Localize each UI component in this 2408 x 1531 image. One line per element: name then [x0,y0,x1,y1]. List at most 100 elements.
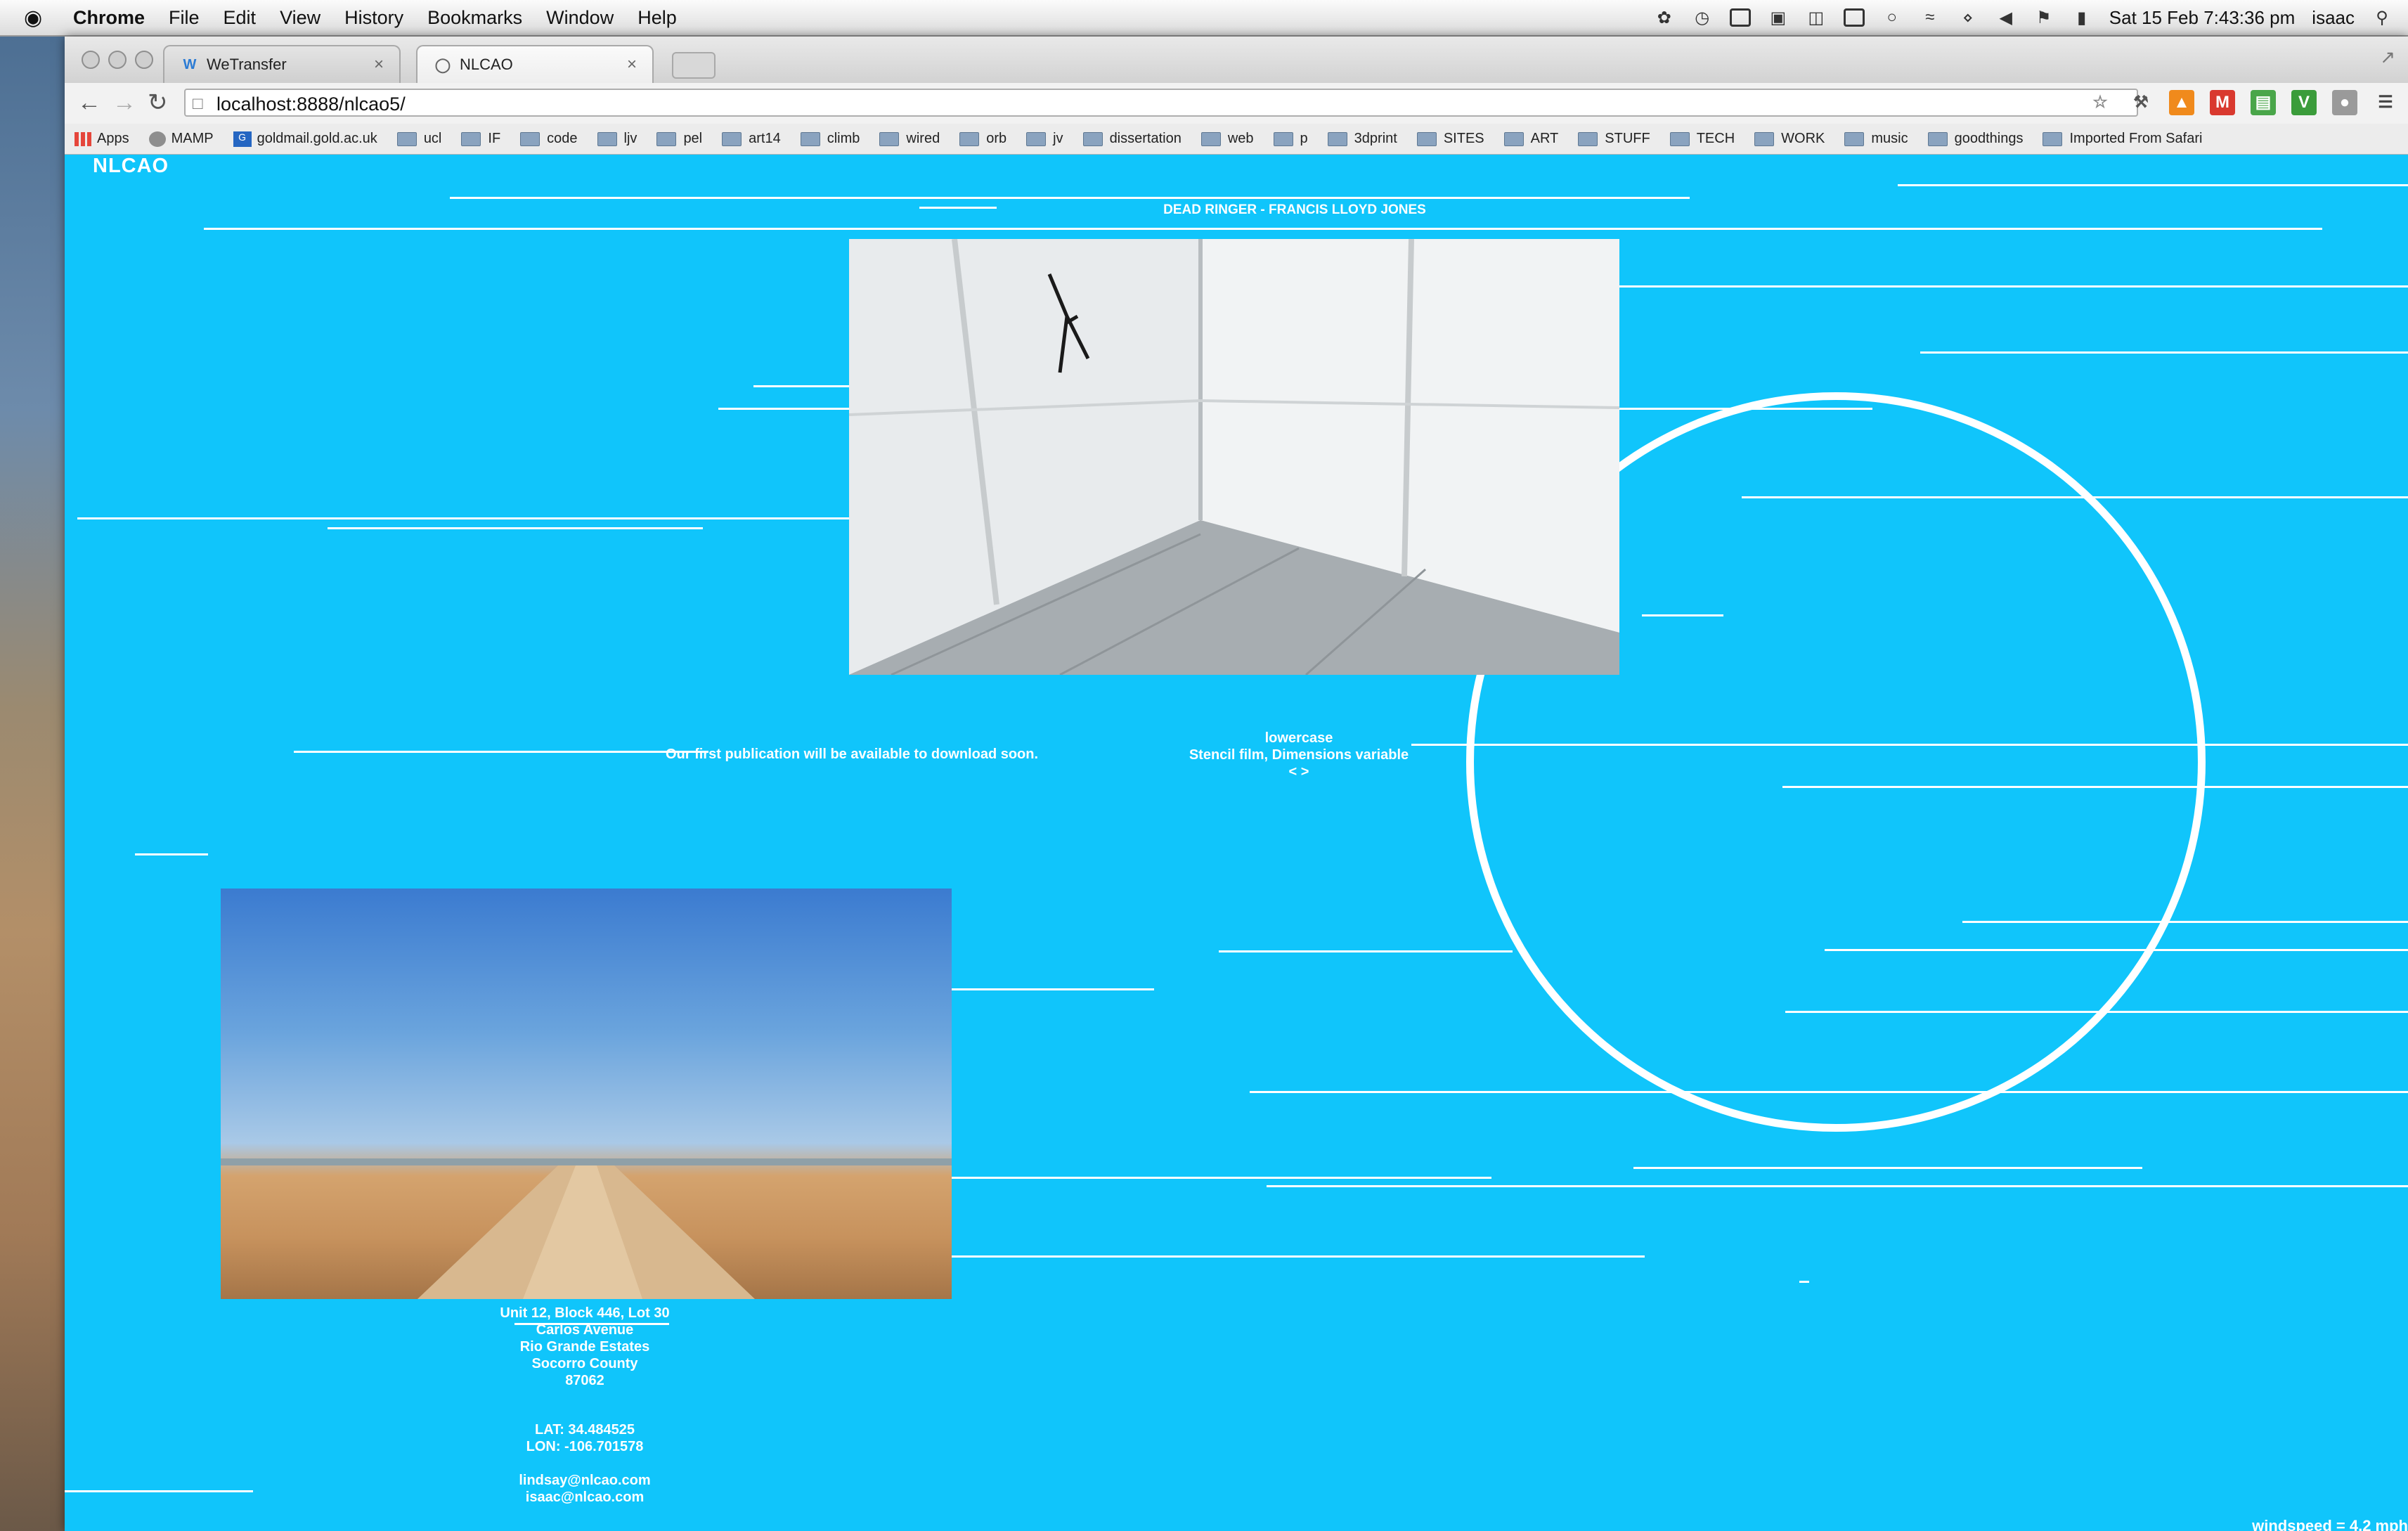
bookmarks-bar: Apps MAMP Ggoldmail.gold.ac.uk ucl IF co… [65,124,2408,155]
menu-bookmarks[interactable]: Bookmarks [427,7,522,29]
timer-icon[interactable]: ◷ [1692,7,1713,28]
wifi-icon[interactable]: ≈ [1920,7,1941,28]
bookmark-folder[interactable]: dissertation [1082,131,1182,147]
flame-icon[interactable]: ▲ [2169,90,2194,115]
close-icon[interactable]: × [374,55,384,75]
dropbox-icon[interactable]: ◫ [1806,7,1827,28]
folder-icon [1754,131,1775,146]
bookmark-folder[interactable]: SITES [1416,131,1484,147]
decorative-line [753,385,849,387]
menu-view[interactable]: View [280,7,321,29]
bookmark-goldmail[interactable]: Ggoldmail.gold.ac.uk [233,131,377,147]
decorative-line [1799,1281,1809,1283]
email-link[interactable]: lindsay@nlcao.com [416,1472,753,1489]
bookmark-folder[interactable]: code [520,131,578,147]
menu-file[interactable]: File [169,7,200,29]
site-logo[interactable]: NLCAO [93,155,169,178]
decorative-line [1633,1167,2142,1169]
bookmark-mamp[interactable]: MAMP [148,131,214,147]
bookmark-folder[interactable]: ART [1503,131,1558,147]
location-photo[interactable] [221,889,952,1299]
checkbox-icon[interactable] [1729,8,1751,27]
user-icon[interactable]: ● [2332,90,2357,115]
latitude: LAT: 34.484525 [535,1422,635,1438]
page-icon: □ [193,94,203,113]
wrench-icon[interactable]: ⚒ [2128,90,2154,115]
bookmark-folder[interactable]: ljv [597,131,637,147]
menu-icon[interactable]: ☰ [2373,90,2398,115]
tab-nlcao[interactable]: ◯ NLCAO × [416,45,654,83]
new-tab-button[interactable] [672,52,716,79]
bookmark-folder[interactable]: jv [1026,131,1063,147]
v-extension-icon[interactable]: V [2291,90,2317,115]
bookmark-folder[interactable]: IF [461,131,500,147]
bluetooth-icon[interactable]: ⋄ [1957,7,1979,28]
bookmark-apps[interactable]: Apps [75,131,129,147]
back-arrow-icon[interactable]: ← [77,89,101,117]
windspeed-readout: windspeed = 4.2 mph [2252,1517,2408,1531]
menu-window[interactable]: Window [546,7,614,29]
desktop-background [0,35,65,1531]
decorative-line [204,228,2322,230]
tab-strip: W WeTransfer × ◯ NLCAO × ↗ [65,37,2408,83]
flag-icon[interactable]: ⚑ [2033,7,2054,28]
close-icon[interactable]: × [627,55,637,75]
bookmark-folder[interactable]: STUFF [1578,131,1650,147]
close-window-button[interactable] [82,51,100,69]
folder-icon [722,131,742,146]
bookmark-folder[interactable]: music [1844,131,1908,147]
decorative-line [1920,351,2408,354]
extension-icon[interactable]: ✿ [1654,7,1675,28]
bookmark-folder[interactable]: orb [959,131,1006,147]
bookmark-folder[interactable]: 3dprint [1327,131,1397,147]
folder-icon [879,131,900,146]
globe-icon: ◯ [434,57,451,73]
forward-arrow-icon[interactable]: → [112,89,136,117]
apple-icon[interactable]: ◉ [24,6,49,30]
location-photo-graphic [221,1158,952,1299]
bookmark-folder[interactable]: TECH [1669,131,1735,147]
menu-user[interactable]: isaac [2312,7,2355,29]
bookmark-folder[interactable]: pel [656,131,702,147]
bookmark-folder[interactable]: Imported From Safari [2043,131,2202,147]
folder-icon [1082,131,1103,146]
print-icon[interactable]: ▤ [2251,90,2276,115]
address-line: Carlos Avenue [536,1322,634,1338]
tab-wetransfer[interactable]: W WeTransfer × [163,45,401,83]
bookmark-folder[interactable]: WORK [1754,131,1825,147]
window-icon[interactable] [1843,8,1865,27]
folder-icon [1416,131,1437,146]
bubble-icon[interactable]: ○ [1882,7,1903,28]
menu-history[interactable]: History [344,7,403,29]
fullscreen-icon[interactable]: ↗ [2380,46,2395,68]
spotlight-search-icon[interactable]: ⚲ [2371,7,2393,28]
bookmark-folder[interactable]: p [1273,131,1308,147]
menu-app-chrome[interactable]: Chrome [73,7,145,29]
volume-icon[interactable]: ◀ [1995,7,2017,28]
display-icon[interactable]: ▣ [1768,7,1789,28]
bookmark-folder[interactable]: wired [879,131,940,147]
bookmark-folder[interactable]: goodthings [1927,131,2023,147]
menu-edit[interactable]: Edit [224,7,257,29]
decorative-line [1619,285,2408,288]
menu-clock[interactable]: Sat 15 Feb 7:43:36 pm [2109,7,2296,29]
folder-icon [959,131,980,146]
decorative-line [77,517,849,519]
bookmark-folder[interactable]: art14 [722,131,781,147]
status-area: ✿ ◷ ▣ ◫ ○ ≈ ⋄ ◀ ⚑ ▮ Sat 15 Feb 7:43:36 p… [1654,0,2393,35]
address-line: Socorro County [531,1356,638,1371]
reload-icon[interactable]: ↻ [148,89,168,117]
minimize-window-button[interactable] [108,51,127,69]
battery-icon[interactable]: ▮ [2071,7,2092,28]
caption-nav[interactable]: < > [1074,763,1524,780]
bookmark-folder[interactable]: ucl [396,131,441,147]
artwork-photo[interactable] [849,239,1619,675]
menu-help[interactable]: Help [637,7,677,29]
bookmark-folder[interactable]: climb [800,131,860,147]
email-link[interactable]: isaac@nlcao.com [416,1489,753,1506]
star-icon[interactable]: ☆ [2087,90,2113,115]
zoom-window-button[interactable] [135,51,153,69]
address-bar[interactable]: □ localhost:8888/nlcao5/ [184,89,2138,117]
gmail-icon[interactable]: M [2210,90,2235,115]
bookmark-folder[interactable]: web [1200,131,1254,147]
